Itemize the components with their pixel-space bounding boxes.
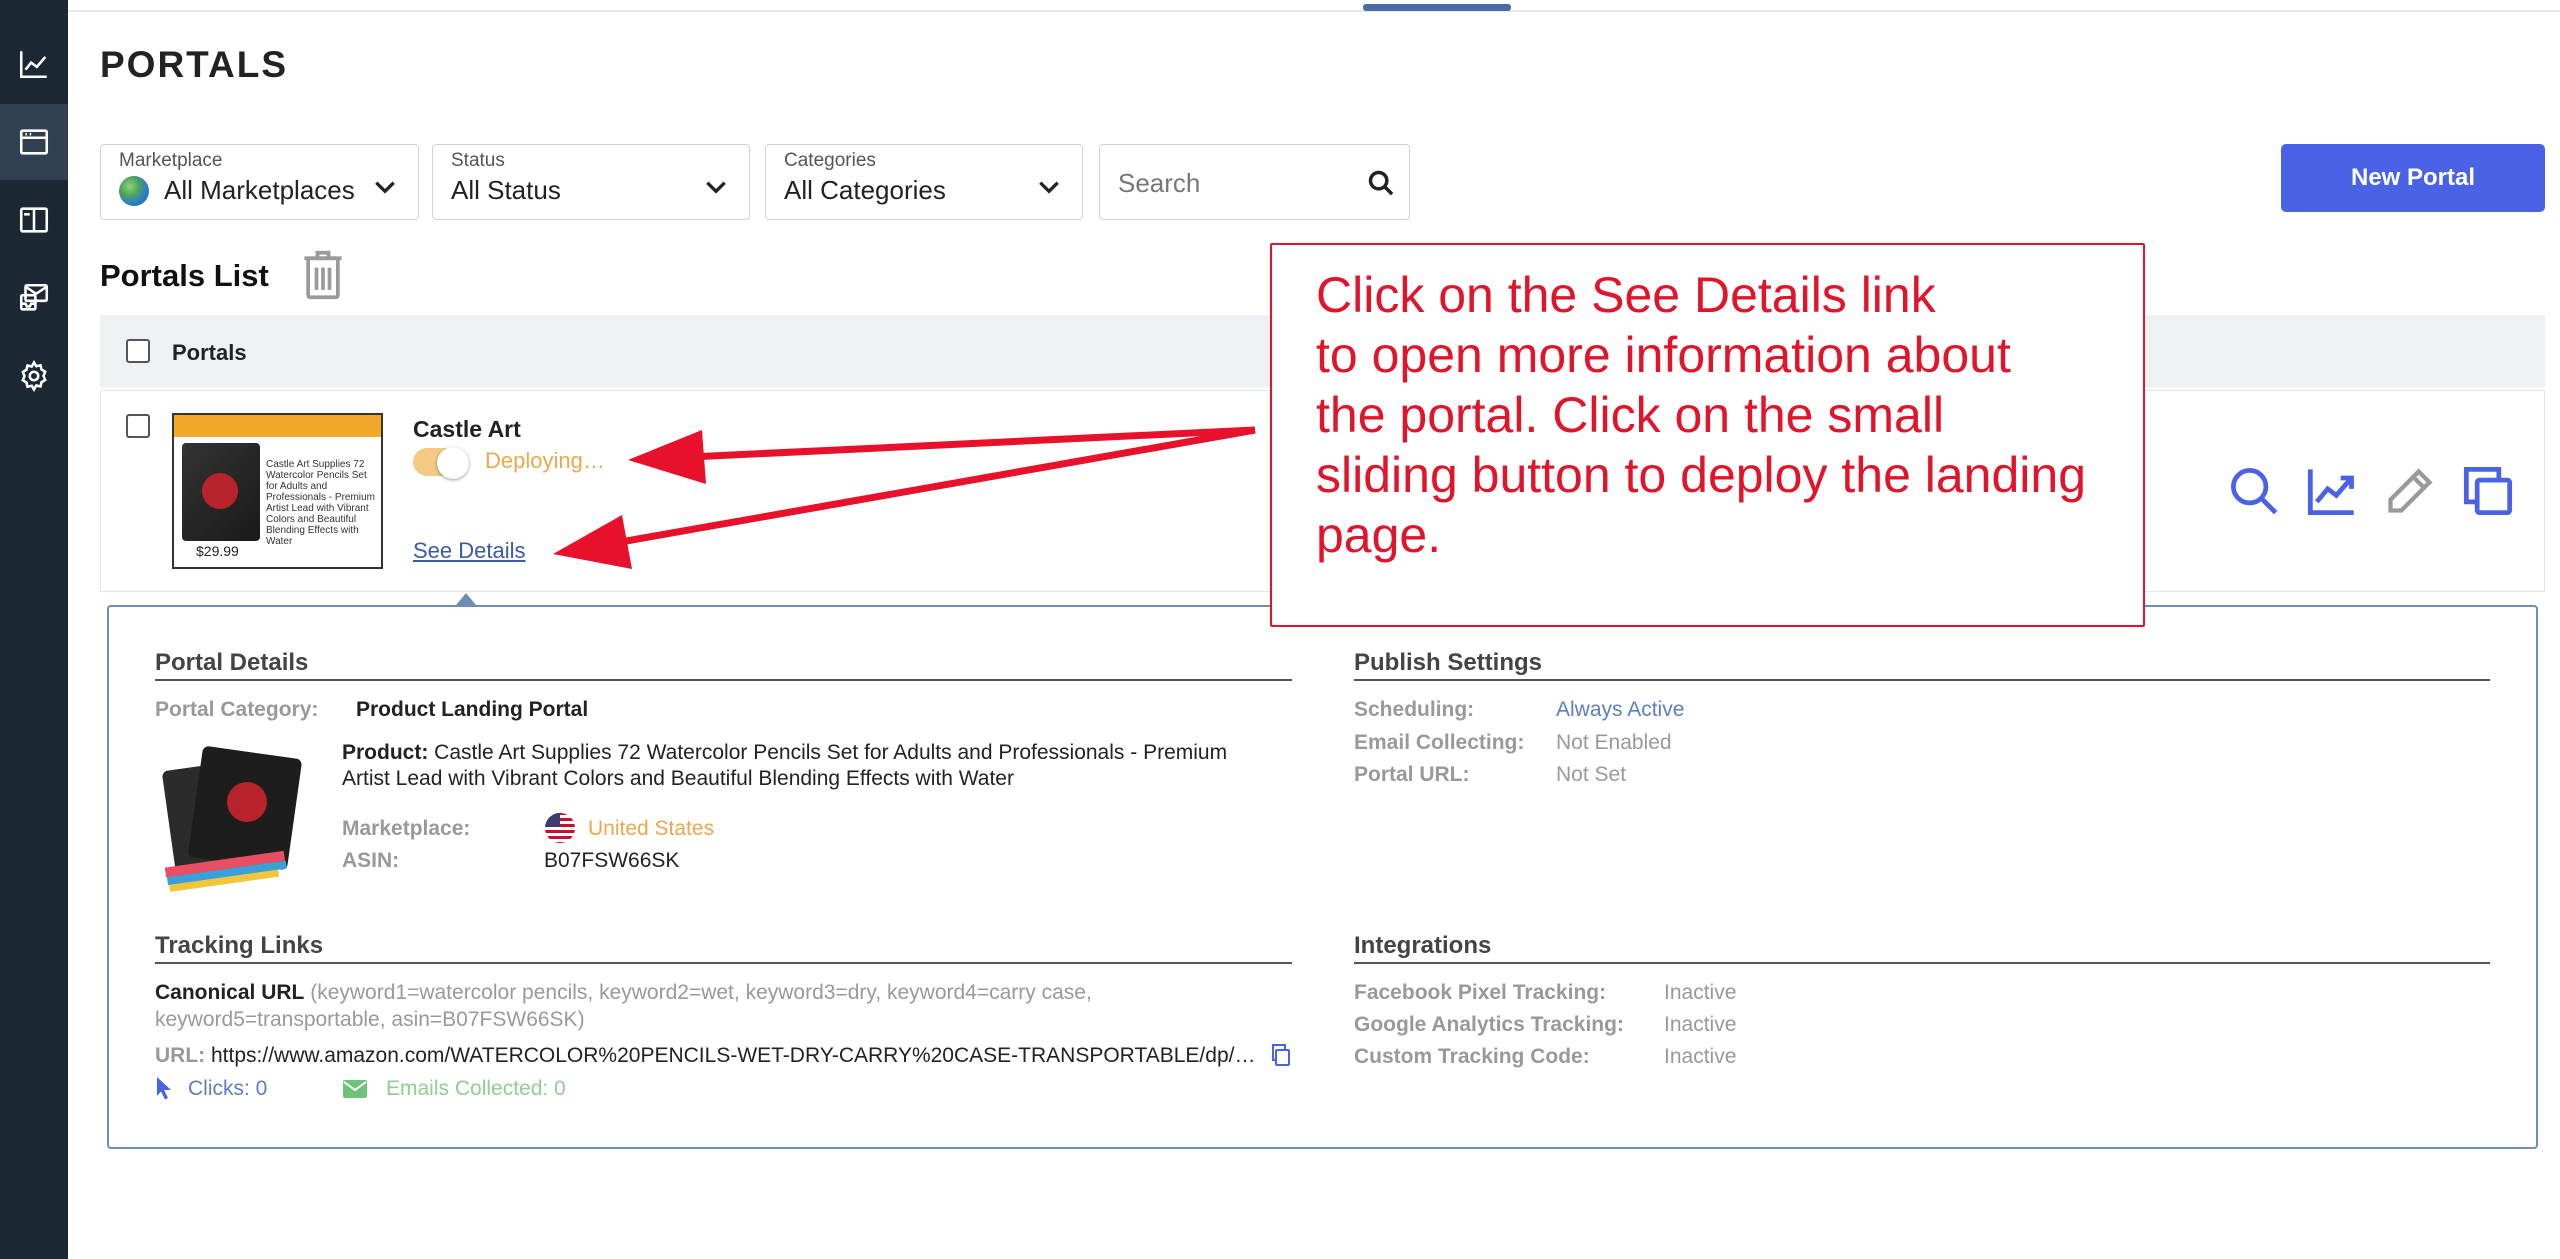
email-collecting-value: Not Enabled (1556, 731, 1672, 754)
product-value-line2: Artist Lead with Vibrant Colors and Beau… (342, 767, 1014, 790)
thumbnail-text: Castle Art Supplies 72 Watercolor Pencil… (266, 459, 375, 547)
callout-line-3: the portal. Click on the small (1316, 387, 1945, 443)
thumbnail-price: $29.99 (196, 543, 239, 559)
gear-icon (21, 360, 47, 392)
chart-line-icon (19, 51, 47, 79)
deploy-toggle[interactable] (413, 447, 469, 479)
tracking-url-value[interactable]: https://www.amazon.com/WATERCOLOR%20PENC… (211, 1044, 1255, 1067)
search-box (1099, 144, 1410, 220)
portal-url-label: Portal URL: (1354, 763, 1470, 786)
categories-select[interactable]: Categories All Categories (765, 144, 1083, 220)
new-portal-button[interactable]: New Portal (2281, 144, 2545, 212)
marketplace-label: Marketplace (119, 150, 223, 171)
marketplace-detail-value: United States (588, 817, 715, 840)
url-label: URL: (155, 1044, 206, 1067)
google-analytics-label: Google Analytics Tracking: (1354, 1013, 1624, 1036)
status-label: Status (451, 150, 505, 171)
integrations-title: Integrations (1354, 932, 2490, 964)
callout-line-5: page. (1316, 507, 1442, 563)
product-label: Product: (342, 741, 429, 764)
inbox-icon (19, 283, 49, 311)
facebook-pixel-value: Inactive (1664, 981, 1737, 1004)
emails-collected-count: Emails Collected: 0 (386, 1077, 566, 1100)
canonical-url-value-line1: (keyword1=watercolor pencils, keyword2=w… (310, 981, 1092, 1004)
copy-icon[interactable] (1270, 1043, 1292, 1067)
custom-tracking-label: Custom Tracking Code: (1354, 1045, 1590, 1068)
details-caret (456, 593, 476, 605)
us-flag-icon (545, 813, 575, 843)
canonical-url-label: Canonical URL (155, 981, 305, 1004)
select-all-checkbox[interactable] (126, 339, 150, 363)
annotation-callout: Click on the See Details link to open mo… (1270, 243, 2145, 627)
chevron-down-icon (375, 181, 395, 194)
scheduling-label: Scheduling: (1354, 698, 1475, 721)
sidebar (0, 0, 68, 1259)
portals-list-title: Portals List (100, 258, 269, 293)
row-checkbox[interactable] (126, 414, 150, 438)
tracking-links-title: Tracking Links (155, 932, 1292, 964)
asin-value: B07FSW66SK (544, 849, 680, 872)
search-input[interactable] (1118, 163, 1358, 203)
deploy-status: Deploying… (485, 448, 605, 473)
portal-category-value: Product Landing Portal (356, 698, 589, 721)
clicks-count: Clicks: 0 (188, 1077, 268, 1100)
portal-thumbnail[interactable]: Castle Art Supplies 72 Watercolor Pencil… (172, 413, 383, 569)
callout-line-2: to open more information about (1316, 327, 2011, 383)
sidebar-item-portals[interactable] (0, 104, 68, 180)
asin-label: ASIN: (342, 849, 400, 872)
scheduling-value: Always Active (1556, 698, 1685, 721)
chevron-down-icon (706, 181, 726, 194)
categories-label: Categories (784, 150, 876, 171)
trash-icon[interactable] (300, 249, 346, 301)
email-collecting-label: Email Collecting: (1354, 731, 1525, 754)
categories-value: All Categories (784, 175, 946, 205)
portal-name: Castle Art (413, 416, 521, 442)
portal-category-label: Portal Category: (155, 698, 319, 721)
publish-settings-title: Publish Settings (1354, 649, 2490, 681)
marketplace-detail-label: Marketplace: (342, 817, 471, 840)
portal-details-title: Portal Details (155, 649, 1292, 681)
list-header-label: Portals (172, 340, 247, 365)
top-divider (68, 10, 2560, 12)
scroll-indicator (1363, 4, 1511, 11)
google-analytics-value: Inactive (1664, 1013, 1737, 1036)
chevron-down-icon (1039, 181, 1059, 194)
portal-url-value: Not Set (1556, 763, 1627, 786)
product-image (162, 746, 302, 892)
see-details-link[interactable]: See Details (413, 538, 526, 564)
analytics-icon[interactable] (2306, 465, 2358, 517)
status-value: All Status (451, 175, 561, 205)
browser-window-icon (19, 129, 49, 155)
marketplace-value: All Marketplaces (164, 175, 355, 205)
facebook-pixel-label: Facebook Pixel Tracking: (1354, 981, 1607, 1004)
pencil-icon[interactable] (2384, 465, 2436, 517)
marketplace-select[interactable]: Marketplace All Marketplaces (100, 144, 419, 220)
canonical-url-value-line2: keyword5=transportable, asin=B07FSW66SK) (155, 1008, 585, 1031)
sidebar-item-messages[interactable] (0, 260, 68, 336)
page-title: PORTALS (100, 44, 289, 85)
custom-tracking-value: Inactive (1664, 1045, 1737, 1068)
search-icon[interactable] (2228, 465, 2280, 517)
search-icon[interactable] (1367, 169, 1395, 197)
duplicate-icon[interactable] (2462, 465, 2514, 517)
envelope-icon (343, 1080, 367, 1098)
globe-icon (119, 175, 149, 206)
product-value-line1: Castle Art Supplies 72 Watercolor Pencil… (434, 741, 1228, 764)
sidebar-item-settings[interactable] (0, 338, 68, 414)
cursor-icon (157, 1077, 171, 1100)
toggle-knob (437, 447, 469, 479)
sidebar-item-analytics[interactable] (0, 26, 68, 102)
callout-line-1: Click on the See Details link (1316, 267, 1936, 323)
status-select[interactable]: Status All Status (432, 144, 750, 220)
callout-line-4: sliding button to deploy the landing (1316, 447, 2087, 503)
columns-icon (19, 207, 49, 233)
sidebar-item-layout[interactable] (0, 182, 68, 258)
